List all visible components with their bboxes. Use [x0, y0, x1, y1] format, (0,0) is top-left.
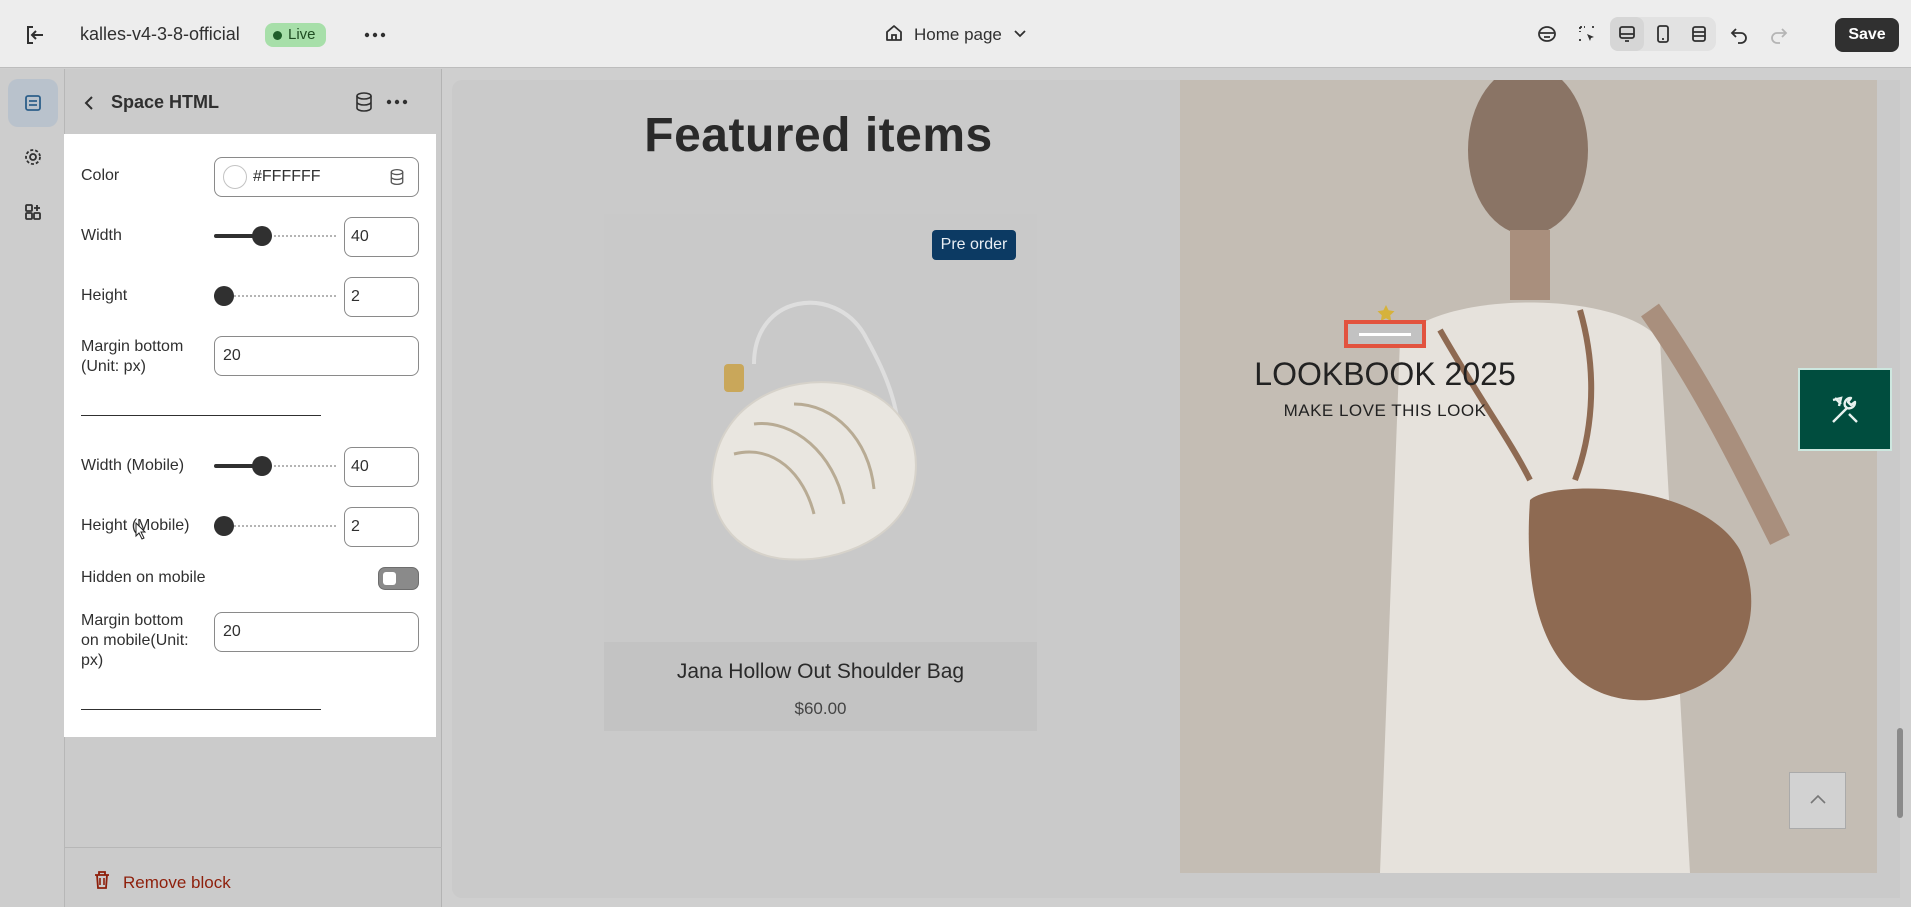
margin-bottom-label: Margin bottom (Unit: px)	[81, 338, 184, 375]
live-dot-icon	[273, 30, 282, 40]
undo-icon[interactable]	[1722, 17, 1756, 51]
chevron-up-icon	[1809, 792, 1827, 810]
width-label: Width	[81, 227, 122, 244]
store-name: kalles-v4-3-8-official	[80, 24, 240, 44]
more-horizontal-icon[interactable]	[384, 91, 410, 113]
width-mobile-input[interactable]: 40	[344, 447, 419, 487]
remove-block-label: Remove block	[123, 872, 231, 892]
toggle-knob	[383, 572, 396, 585]
theme-store-icon[interactable]	[1530, 17, 1564, 51]
slider-track	[226, 525, 336, 527]
slider-track	[262, 235, 336, 237]
slider-thumb[interactable]	[214, 286, 234, 306]
more-horizontal-icon[interactable]	[362, 24, 388, 46]
database-icon[interactable]	[353, 91, 375, 113]
divider	[81, 415, 321, 416]
lookbook-subtitle: MAKE LOVE THIS LOOK	[1283, 401, 1487, 420]
sections-icon[interactable]	[8, 79, 58, 127]
height-mobile-slider[interactable]	[214, 515, 336, 537]
preview-scrollbar[interactable]	[1897, 728, 1903, 818]
home-icon	[884, 23, 904, 48]
toolbar-tools	[1530, 17, 1796, 51]
settings-form: Color #FFFFFF Width 40 Height 2 Margin b…	[64, 134, 436, 737]
status-badge: Live	[265, 23, 326, 47]
save-button[interactable]: Save	[1835, 18, 1899, 52]
slider-thumb[interactable]	[252, 456, 272, 476]
chevron-down-icon	[1012, 25, 1028, 46]
height-mobile-input[interactable]: 2	[344, 507, 419, 547]
editor-topbar: kalles-v4-3-8-official Live Home page Sa…	[0, 0, 1911, 68]
mobile-view-icon[interactable]	[1646, 17, 1680, 51]
panel-header: Space HTML	[65, 69, 442, 135]
exit-icon[interactable]	[22, 22, 48, 48]
redo-icon[interactable]	[1762, 17, 1796, 51]
height-label: Height	[81, 287, 128, 304]
product-name[interactable]: Jana Hollow Out Shoulder Bag	[604, 660, 1037, 684]
mouse-cursor-icon	[135, 521, 147, 540]
gear-icon[interactable]	[8, 133, 58, 181]
fullscreen-view-icon[interactable]	[1682, 17, 1716, 51]
featured-title: Featured items	[644, 109, 993, 162]
page-selector-label: Home page	[914, 25, 1002, 44]
database-icon[interactable]	[388, 168, 406, 186]
hidden-mobile-toggle[interactable]	[378, 567, 419, 590]
height-slider[interactable]	[214, 285, 336, 307]
color-value: #FFFFFF	[253, 168, 321, 185]
remove-block-button[interactable]: Remove block	[93, 870, 231, 895]
height-input[interactable]: 2	[344, 277, 419, 317]
apps-icon[interactable]	[8, 188, 58, 236]
page-selector[interactable]: Home page	[884, 20, 1028, 50]
desktop-view-icon[interactable]	[1610, 17, 1644, 51]
panel-title: Space HTML	[111, 92, 220, 112]
slider-track	[262, 465, 336, 467]
margin-bottom-input[interactable]: 20	[214, 336, 419, 376]
product-card[interactable]: Pre order Jana Hollow Out Shoulder Bag $…	[604, 214, 1037, 731]
inspector-icon[interactable]	[1570, 17, 1604, 51]
hidden-mobile-label: Hidden on mobile	[81, 569, 206, 586]
left-rail	[0, 69, 65, 907]
width-mobile-slider[interactable]	[214, 455, 336, 477]
selected-space-block[interactable]	[1344, 320, 1426, 348]
lookbook-banner[interactable]: LOOKBOOK 2025 MAKE LOVE THIS LOOK	[1180, 80, 1877, 873]
margin-bottom-mobile-input[interactable]: 20	[214, 612, 419, 652]
lookbook-title: LOOKBOOK 2025	[1254, 356, 1516, 392]
status-badge-label: Live	[288, 26, 316, 43]
back-to-top-button[interactable]	[1789, 772, 1846, 829]
product-price: $60.00	[794, 699, 847, 718]
slider-thumb[interactable]	[214, 516, 234, 536]
chevron-left-icon[interactable]	[77, 91, 101, 115]
trash-icon	[93, 870, 111, 895]
divider	[81, 709, 321, 710]
pre-order-badge: Pre order	[932, 230, 1016, 260]
panel-footer: Remove block	[65, 847, 442, 907]
color-picker-field[interactable]: #FFFFFF	[214, 157, 419, 197]
width-mobile-label: Width (Mobile)	[81, 457, 185, 474]
slider-thumb[interactable]	[252, 226, 272, 246]
width-input[interactable]: 40	[344, 217, 419, 257]
device-switcher	[1610, 17, 1716, 51]
width-slider[interactable]	[214, 225, 336, 247]
margin-bottom-mobile-label: Margin bottom on mobile(Unit: px)	[81, 612, 189, 669]
tools-icon[interactable]	[1798, 368, 1892, 451]
store-preview: Featured items Pre order Jana Hollow Out…	[452, 80, 1900, 898]
slider-track	[226, 295, 336, 297]
color-label: Color	[81, 167, 120, 184]
product-image[interactable]	[604, 214, 1037, 642]
color-swatch[interactable]	[223, 165, 247, 189]
